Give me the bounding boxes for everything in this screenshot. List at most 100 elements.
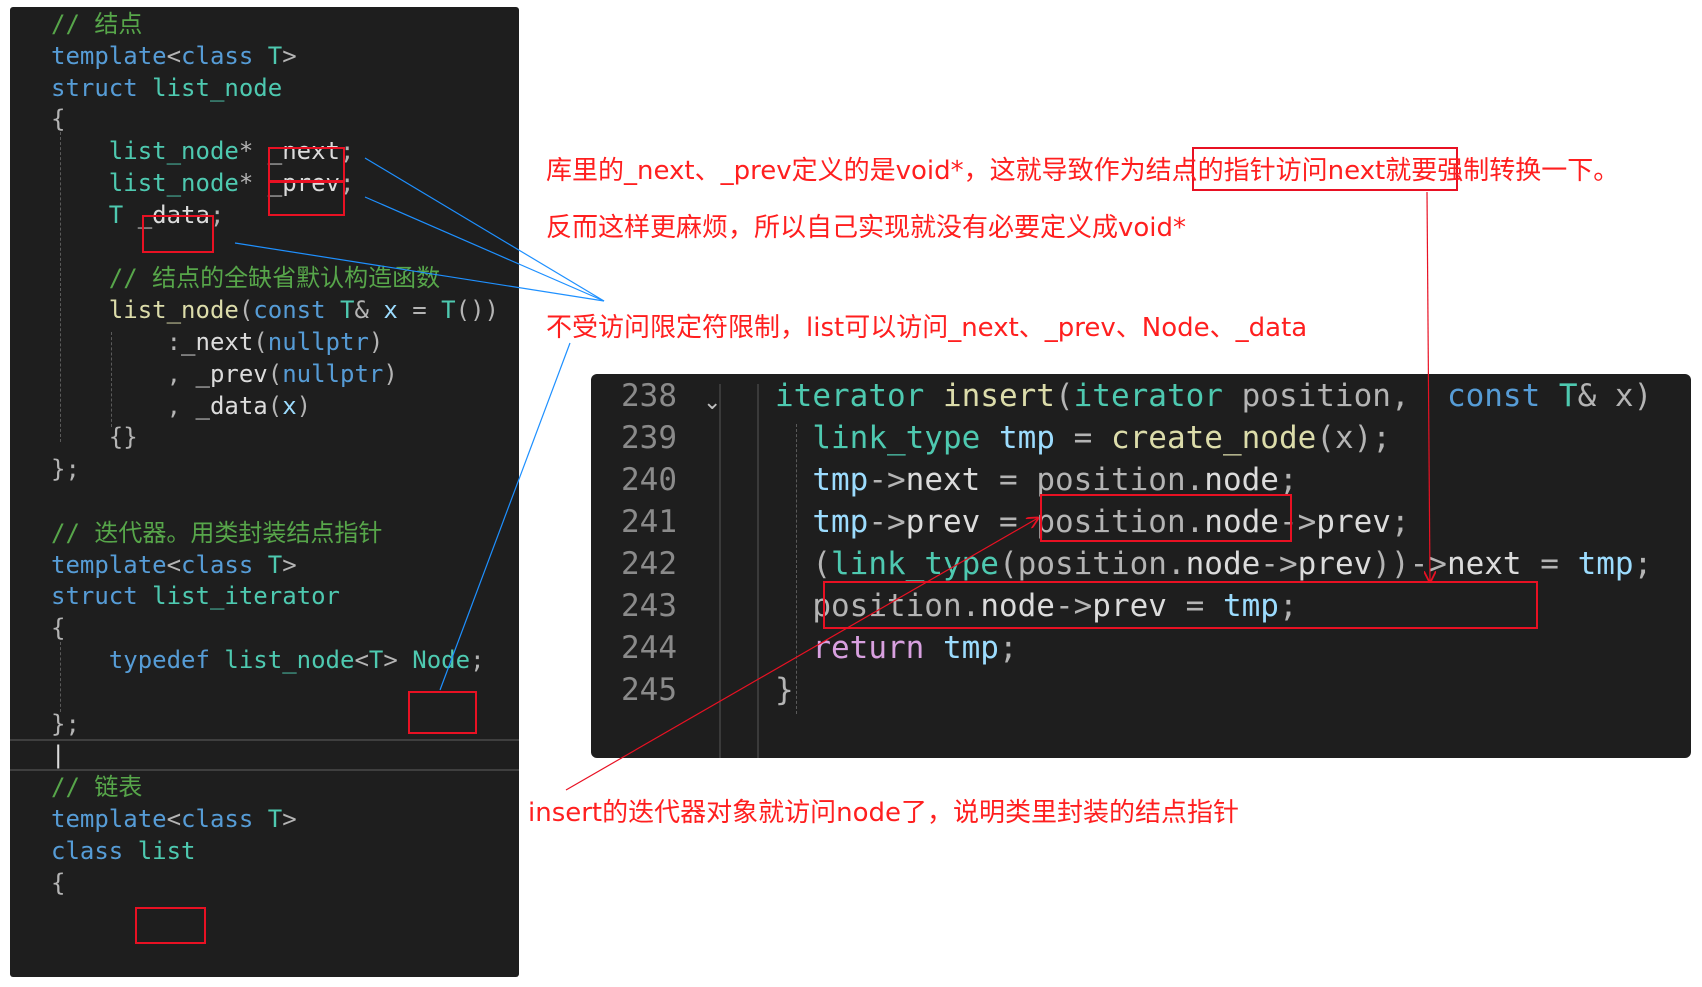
code-line: list_node(const T& x = T()) — [51, 293, 499, 327]
code-line: { — [51, 866, 65, 900]
code-token: list_node — [51, 296, 239, 325]
code-line: return tmp; — [775, 626, 1018, 670]
code-token: , — [1390, 378, 1447, 414]
code-line: template<class T> — [51, 39, 297, 73]
line-number: 238 — [621, 378, 677, 414]
code-line: tmp->prev = position.node->prev; — [775, 500, 1410, 544]
code-token: . — [1166, 546, 1186, 582]
code-token: list — [123, 836, 196, 865]
line-number: 242 — [621, 546, 677, 582]
code-token: : — [51, 328, 182, 356]
code-token: next — [1446, 546, 1522, 582]
code-line: position.node->prev = tmp; — [775, 584, 1298, 628]
code-token: ; — [998, 630, 1018, 666]
code-editor-left: // 结点 template<class T> struct list_node{ … — [10, 7, 519, 977]
code-token: iterator — [775, 378, 925, 414]
code-token: < — [166, 550, 182, 579]
code-token: , — [51, 359, 196, 388]
code-token: ( — [267, 359, 283, 388]
code-line: class list — [51, 834, 196, 868]
code-token: iterator — [1073, 378, 1223, 414]
code-token: const — [1446, 378, 1541, 414]
code-token: position — [1222, 378, 1391, 414]
code-token: ) — [383, 359, 398, 388]
code-token: -> — [1054, 588, 1093, 624]
code-token: T — [441, 296, 456, 325]
code-token: _data — [137, 200, 210, 229]
code-token: node — [1204, 462, 1279, 498]
code-token: = — [980, 462, 1037, 498]
code-token: }; — [51, 709, 80, 738]
code-token: _data — [195, 391, 268, 420]
code-token: , — [51, 391, 196, 420]
code-token: . — [1185, 504, 1205, 540]
code-token: < — [354, 646, 369, 674]
code-token: ; — [1633, 546, 1653, 582]
code-token: T — [253, 550, 283, 579]
code-token: node — [1185, 546, 1261, 582]
code-token: node — [980, 588, 1055, 624]
code-token: | — [51, 741, 66, 770]
line-number: 243 — [621, 588, 677, 624]
code-token: struct — [51, 582, 138, 611]
code-token: ; — [1278, 588, 1298, 624]
indent-guide — [111, 332, 112, 427]
code-token: const — [253, 296, 326, 325]
code-token: ; — [1390, 504, 1410, 540]
code-token: link_type — [831, 546, 999, 582]
code-token: T — [253, 41, 283, 70]
gutter-divider — [719, 384, 721, 758]
editor-divider — [10, 739, 519, 741]
code-line: :_next(nullptr) — [51, 325, 384, 359]
code-token: > — [282, 550, 297, 579]
code-token: class — [51, 836, 124, 865]
code-token: > — [383, 646, 413, 674]
code-token: return — [775, 630, 925, 666]
code-token: * — [238, 137, 268, 166]
code-token: prev — [1316, 504, 1391, 540]
line-number: 245 — [621, 672, 677, 708]
code-token: // 结点的全缺省默认构造函数 — [51, 264, 441, 293]
code-token: create_node — [1110, 420, 1317, 456]
code-line: }; — [51, 707, 80, 741]
code-line: , _prev(nullptr) — [51, 357, 398, 391]
code-token: nullptr — [282, 359, 384, 388]
indent-guide — [796, 424, 797, 714]
code-token: list_iterator — [137, 582, 340, 611]
code-token: ( — [1054, 378, 1074, 414]
code-token: _next — [267, 137, 340, 166]
code-token: . — [1185, 462, 1205, 498]
code-line: (link_type(position.node->prev))->next =… — [775, 542, 1652, 586]
code-token: tmp — [775, 504, 869, 540]
code-token: class — [181, 805, 254, 833]
code-token: link_type — [775, 420, 981, 456]
code-line: {} — [51, 420, 138, 454]
code-line: // 链表 — [51, 770, 142, 804]
code-token: x — [383, 296, 398, 325]
code-token: position — [1036, 504, 1186, 540]
code-token: { — [51, 614, 66, 643]
code-token: < — [166, 41, 182, 70]
code-token: typedef — [51, 646, 210, 674]
code-token: ) — [368, 328, 384, 356]
code-token: list_node — [51, 169, 239, 197]
code-line: { — [51, 102, 65, 136]
code-line: , _data(x) — [51, 389, 312, 423]
code-line: // 迭代器。用类封装结点指针 — [51, 516, 382, 550]
code-token: . — [961, 588, 981, 624]
editor-divider — [10, 769, 519, 771]
code-token: tmp — [1577, 546, 1634, 582]
code-token: > — [282, 805, 297, 833]
code-line: iterator insert(iterator position, const… — [775, 374, 1691, 418]
code-token: -> — [868, 504, 906, 540]
code-token: // 迭代器。用类封装结点指针 — [51, 518, 383, 547]
code-token: }; — [51, 455, 80, 484]
code-token: _prev — [195, 359, 268, 388]
code-line: template<class T> — [51, 548, 297, 582]
code-line: { — [51, 611, 65, 645]
code-token: template — [51, 41, 167, 70]
code-line: } — [775, 668, 794, 712]
code-token: nullptr — [267, 328, 369, 356]
code-token: ( — [1316, 420, 1335, 456]
